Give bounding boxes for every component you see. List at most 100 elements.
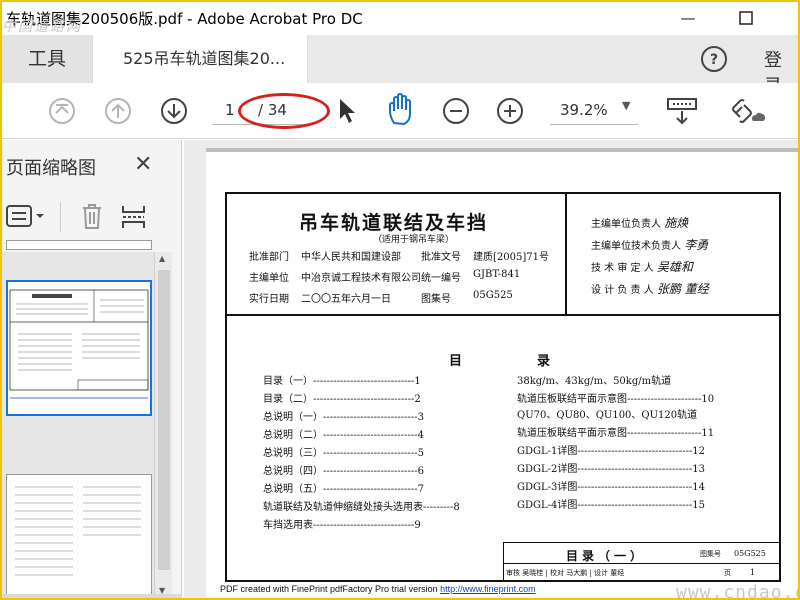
delete-page-icon[interactable] — [80, 202, 104, 230]
drawing-main-title: 吊车轨道联结及车挡 — [299, 212, 489, 234]
tab-tools[interactable]: 工具 — [2, 35, 92, 83]
panel-title: 页面缩略图 — [6, 158, 96, 179]
toc-entry: 总说明（一）----------------------------3 — [263, 412, 424, 423]
current-page-input[interactable]: 1 — [225, 101, 235, 119]
hand-tool-icon[interactable] — [386, 93, 416, 127]
info-label: 实行日期 — [249, 294, 289, 305]
toc-entry: 目录（二）------------------------------2 — [263, 394, 421, 405]
tab-document[interactable]: 525吊车轨道图集20... — [92, 35, 308, 83]
zoom-out-icon[interactable] — [442, 97, 470, 125]
signature-name: 李勇 — [684, 238, 709, 252]
document-viewer: 吊车轨道联结及车挡 （适用于钢吊车梁） 批准部门 中华人民共和国建设部 批准文号… — [184, 140, 798, 598]
toc-entry: 车挡选用表------------------------------9 — [263, 520, 421, 531]
keyboard-scroll-icon[interactable] — [666, 95, 698, 127]
page-thumbnails-panel: 页面缩略图 ✕ ▲ ▼ — [2, 140, 182, 598]
toc-entry: GDGL-2详图--------------------------------… — [517, 464, 705, 475]
signature-name: 张鹏 董经 — [656, 282, 709, 296]
signature-row: 技 术 审 定 人 吴雄和 — [591, 258, 693, 275]
info-value: 05G525 — [473, 290, 513, 301]
next-page-icon[interactable] — [160, 97, 188, 125]
drawing-frame: 吊车轨道联结及车挡 （适用于钢吊车梁） 批准部门 中华人民共和国建设部 批准文号… — [225, 192, 781, 582]
zoom-select[interactable]: 39.2% ▼ — [550, 95, 638, 125]
scrollbar-thumb[interactable] — [158, 270, 170, 570]
info-label: 批准部门 — [249, 252, 289, 263]
title-block-atlas-no: 05G525 — [734, 549, 766, 558]
cover-header: 吊车轨道联结及车挡 （适用于钢吊车梁） 批准部门 中华人民共和国建设部 批准文号… — [227, 194, 779, 316]
footer-link[interactable]: http://www.fineprint.com — [440, 584, 536, 594]
title-block-label: 页 — [724, 569, 731, 577]
acrobat-window: 车轨道图集200506版.pdf - Adobe Acrobat Pro DC … — [2, 2, 798, 598]
maximize-icon — [739, 11, 753, 25]
info-value: 中华人民共和国建设部 — [301, 252, 401, 263]
info-value: 二〇〇五年六月一日 — [301, 294, 391, 305]
signature-name: 吴雄和 — [656, 260, 693, 274]
toc-entry: GDGL-3详图--------------------------------… — [517, 482, 705, 493]
pdf-page: 吊车轨道联结及车挡 （适用于钢吊车梁） 批准部门 中华人民共和国建设部 批准文号… — [206, 148, 798, 598]
help-icon: ? — [701, 46, 727, 72]
toc-heading-right: 录 — [537, 354, 551, 369]
title-bar: 车轨道图集200506版.pdf - Adobe Acrobat Pro DC … — [2, 2, 798, 35]
toc-entry: 总说明（二）----------------------------4 — [263, 430, 424, 441]
signature-row: 设 计 负 责 人 张鹏 董经 — [591, 280, 709, 297]
close-icon[interactable]: ✕ — [134, 152, 152, 177]
thumbnail-preview-2 — [15, 486, 141, 576]
main-toolbar: 1 / 34 39.2% ▼ — [2, 83, 798, 139]
toc-heading-left: 目 — [449, 354, 463, 369]
thumbnail-list: 1 — [2, 240, 154, 598]
horizontal-scrollbar[interactable] — [2, 594, 182, 598]
first-page-icon[interactable] — [48, 97, 76, 125]
signature-name: 施焕 — [664, 216, 689, 230]
tab-bar: 工具 525吊车轨道图集20... ? 登录 — [2, 35, 798, 97]
signature-role: 设 计 负 责 人 — [591, 285, 654, 296]
scroll-up-icon[interactable]: ▲ — [159, 254, 165, 263]
extract-page-icon[interactable] — [120, 202, 148, 230]
zoom-in-icon[interactable] — [496, 97, 524, 125]
chevron-down-icon: ▼ — [622, 99, 631, 112]
red-highlight-annotation — [238, 93, 330, 129]
signature-role: 主编单位技术负责人 — [591, 241, 681, 252]
thumbnail-scrollbar[interactable]: ▲ ▼ — [154, 252, 172, 598]
thumbnail-options-icon[interactable] — [6, 204, 46, 228]
page-thumbnail-1[interactable] — [6, 280, 152, 416]
previous-page-icon[interactable] — [104, 97, 132, 125]
drawing-subtitle: （适用于钢吊车梁） — [373, 235, 455, 245]
info-value: 建质[2005]71号 — [473, 252, 549, 263]
maximize-button[interactable] — [726, 6, 766, 30]
title-block-title: 目录（一） — [566, 549, 647, 563]
signature-role: 主编单位负责人 — [591, 219, 661, 230]
footer-text: PDF created with FinePrint pdfFactory Pr… — [220, 584, 438, 594]
info-label: 统一编号 — [421, 273, 461, 284]
toc-entry: 轨道联结及轨道伸缩缝处接头选用表---------8 — [263, 502, 460, 513]
svg-text:?: ? — [710, 52, 718, 68]
title-block-line — [504, 563, 780, 564]
share-link-icon[interactable] — [730, 95, 766, 127]
info-label: 图集号 — [421, 294, 451, 305]
panel-divider — [60, 202, 61, 232]
signature-row: 主编单位负责人 施焕 — [591, 214, 688, 231]
toc-entry: 轨道压板联结平面示意图----------------------10 — [517, 394, 715, 405]
pdf-footer: PDF created with FinePrint pdfFactory Pr… — [220, 584, 536, 594]
select-cursor-icon[interactable] — [336, 97, 358, 125]
signature-row: 主编单位技术负责人 李勇 — [591, 236, 708, 253]
info-value: 中冶京诚工程技术有限公司 — [301, 273, 421, 284]
toc-entry: GDGL-4详图--------------------------------… — [517, 500, 705, 511]
header-divider — [565, 194, 567, 316]
panel-toolbar — [2, 192, 180, 240]
title-block-page-no: 1 — [750, 568, 756, 577]
watermark-top: 中国道路网 — [2, 19, 82, 35]
page-thumbnail-2[interactable] — [6, 474, 152, 598]
minimize-button[interactable]: — — [668, 6, 708, 30]
watermark-bottom: www.cndao.com — [676, 582, 798, 598]
info-value: GJBT-841 — [473, 269, 521, 280]
toc-entry: 总说明（四）----------------------------6 — [263, 466, 424, 477]
info-label: 主编单位 — [249, 273, 289, 284]
help-button[interactable]: ? — [700, 45, 728, 73]
page-thumbnail-partial[interactable] — [6, 240, 152, 250]
toc-entry: GDGL-1详图--------------------------------… — [517, 446, 705, 457]
zoom-value: 39.2% — [560, 101, 608, 119]
drawing-title-block: 目录（一） 图集号 05G525 审核 吴晓桂 | 校对 马大鹏 | 设计 董经… — [503, 542, 780, 582]
toc-entry: 轨道压板联结平面示意图----------------------11 — [517, 428, 715, 439]
toc-entry: 总说明（五）----------------------------7 — [263, 484, 424, 495]
title-block-label: 图集号 — [700, 550, 721, 558]
thumbnail-preview — [9, 289, 149, 399]
